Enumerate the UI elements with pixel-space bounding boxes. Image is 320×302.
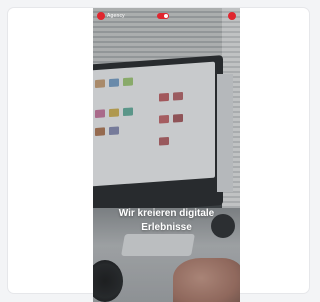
top-bar: Agency [93, 8, 240, 26]
hero-headline: Wir kreieren digitale Erlebnisse [93, 207, 240, 235]
mobile-preview: Agency Wir kreieren digitale Erlebnisse [93, 8, 240, 302]
toggle-icon[interactable] [157, 13, 169, 19]
headline-line-2: Erlebnisse [141, 222, 192, 233]
image-overlay [93, 8, 240, 302]
logo-text[interactable]: Agency [107, 13, 125, 19]
hero-background-image [93, 8, 240, 302]
headline-line-1: Wir kreieren digitale [118, 208, 215, 219]
brand-dot-icon[interactable] [97, 12, 105, 20]
menu-dot-icon[interactable] [228, 12, 236, 20]
